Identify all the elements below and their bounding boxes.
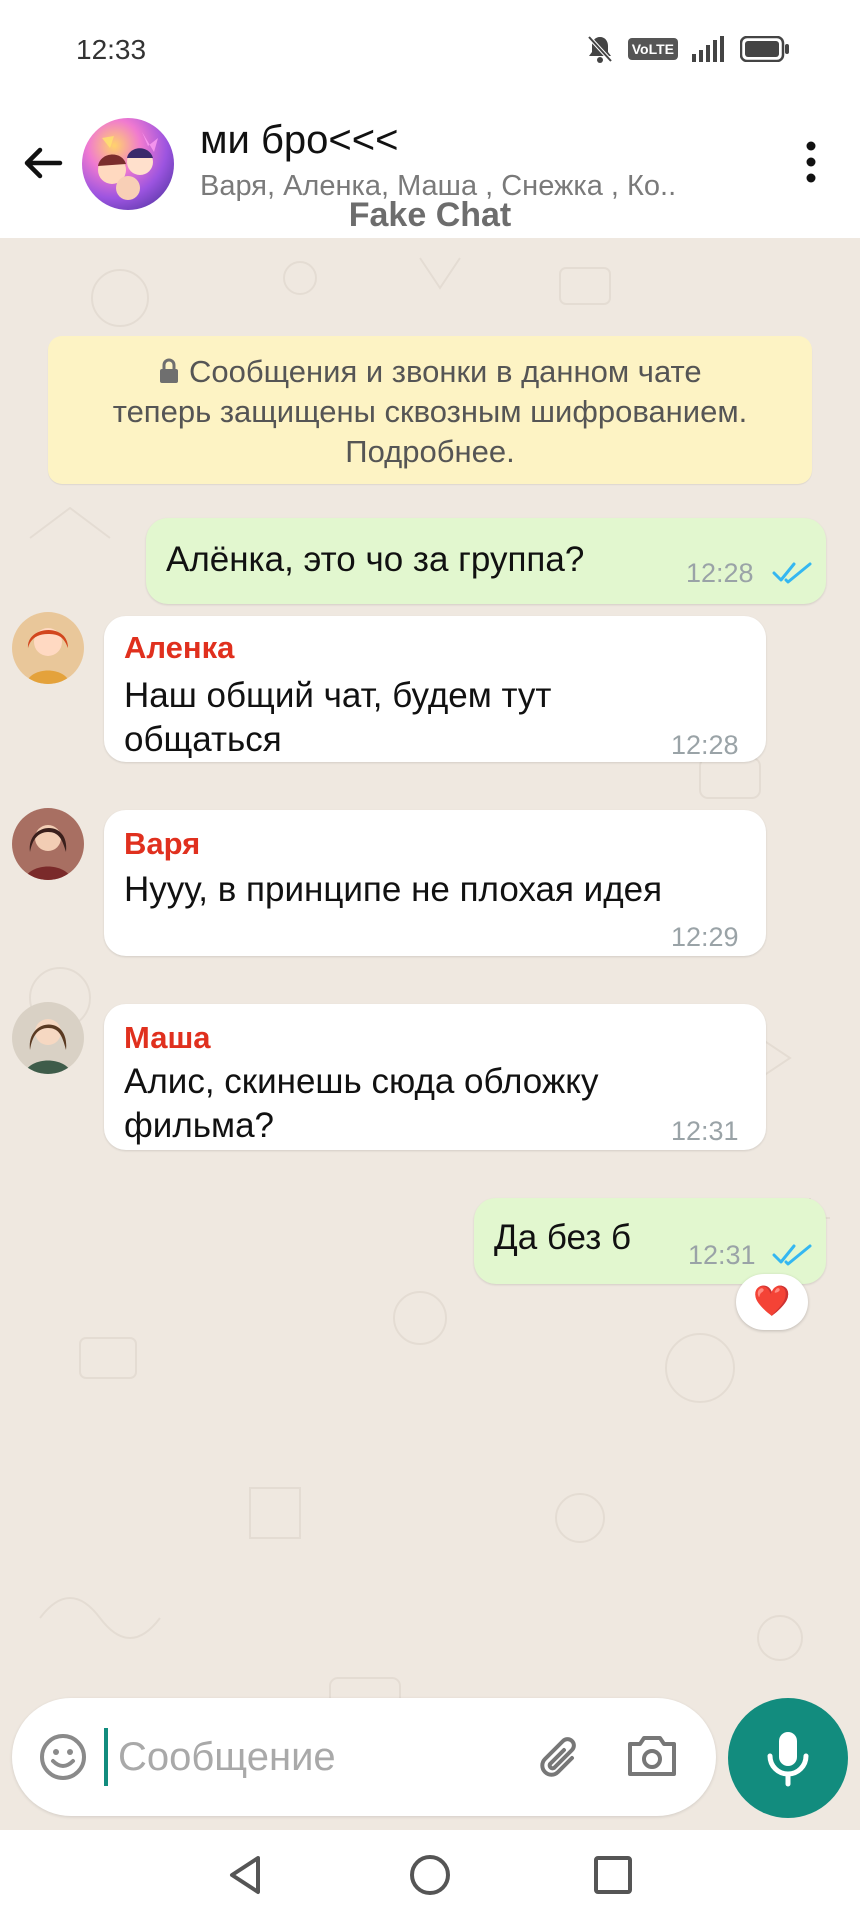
avatar-masha[interactable] <box>12 1002 84 1074</box>
encryption-notice[interactable]: Сообщения и звонки в данном чате теперь … <box>48 336 812 484</box>
avatar-varya[interactable] <box>12 808 84 880</box>
nav-recents-icon[interactable] <box>586 1848 640 1902</box>
chat-area[interactable]: Сообщения и звонки в данном чате теперь … <box>0 238 860 1830</box>
battery-icon <box>740 36 789 62</box>
watermark: Fake Chat <box>348 196 512 234</box>
message-time: 12:29 <box>671 922 739 952</box>
message-bubble-outgoing[interactable]: Да без б 12:31 <box>474 1198 826 1284</box>
message-time: 12:28 <box>671 730 739 760</box>
sender-name: Маша <box>124 1020 211 1055</box>
mic-button[interactable] <box>728 1698 848 1818</box>
status-bar: 12:33 VoLTE <box>0 0 860 100</box>
message-text-line1: Нууу, в принципе не плохая идея <box>124 870 663 909</box>
avatar-alenka[interactable] <box>12 612 84 684</box>
system-nav-bar <box>0 1830 860 1920</box>
encryption-notice-line2: теперь защищены сквозным шифрованием. <box>112 394 748 429</box>
message-text-line2: общаться <box>124 720 282 759</box>
message-bubble-incoming[interactable]: Маша Алис, скинешь сюда обложку фильма? … <box>104 1004 766 1150</box>
status-time: 12:33 <box>76 34 147 65</box>
camera-icon[interactable] <box>624 1728 680 1784</box>
mic-icon <box>767 1732 809 1787</box>
volte-badge: VoLTE <box>627 38 678 60</box>
message-time: 12:31 <box>671 1116 739 1146</box>
read-ticks-icon <box>772 562 812 584</box>
message-composer <box>12 1698 716 1816</box>
message-text: Алёнка, это чо за группа? <box>166 540 585 579</box>
message-text-line2: фильма? <box>124 1106 274 1145</box>
more-options-icon[interactable] <box>796 140 826 184</box>
message-input[interactable] <box>116 1726 520 1788</box>
message-bubble-incoming[interactable]: Варя Нууу, в принципе не плохая идея 12:… <box>104 810 766 956</box>
message-bubble-outgoing[interactable]: Алёнка, это чо за группа? 12:28 <box>146 518 826 604</box>
back-arrow-icon[interactable] <box>18 138 68 188</box>
message-time: 12:31 <box>688 1240 756 1270</box>
message-time: 12:28 <box>686 558 754 588</box>
heart-reaction[interactable]: ❤️ <box>736 1274 808 1330</box>
message-bubble-incoming[interactable]: Аленка Наш общий чат, будем тут общаться… <box>104 616 766 762</box>
chat-title[interactable]: ми бро<<< <box>200 118 398 163</box>
nav-home-icon[interactable] <box>403 1848 457 1902</box>
text-caret <box>104 1728 108 1786</box>
read-ticks-icon <box>772 1244 812 1266</box>
mute-bell-icon <box>587 35 613 63</box>
emoji-icon[interactable] <box>38 1732 88 1782</box>
signal-icon <box>692 36 724 62</box>
lock-icon <box>160 358 179 383</box>
encryption-notice-line3: Подробнее. <box>345 434 515 469</box>
message-text: Да без б <box>494 1218 632 1257</box>
attach-icon[interactable] <box>532 1728 588 1784</box>
status-icons: VoLTE <box>586 34 790 64</box>
reaction-emoji: ❤️ <box>753 1285 791 1318</box>
encryption-notice-line1: Сообщения и звонки в данном чате <box>189 354 702 389</box>
message-text-line1: Алис, скинешь сюда обложку <box>124 1062 599 1101</box>
message-text-line1: Наш общий чат, будем тут <box>124 676 552 715</box>
nav-back-icon[interactable] <box>220 1848 274 1902</box>
sender-name: Аленка <box>124 630 235 665</box>
sender-name: Варя <box>124 826 201 861</box>
